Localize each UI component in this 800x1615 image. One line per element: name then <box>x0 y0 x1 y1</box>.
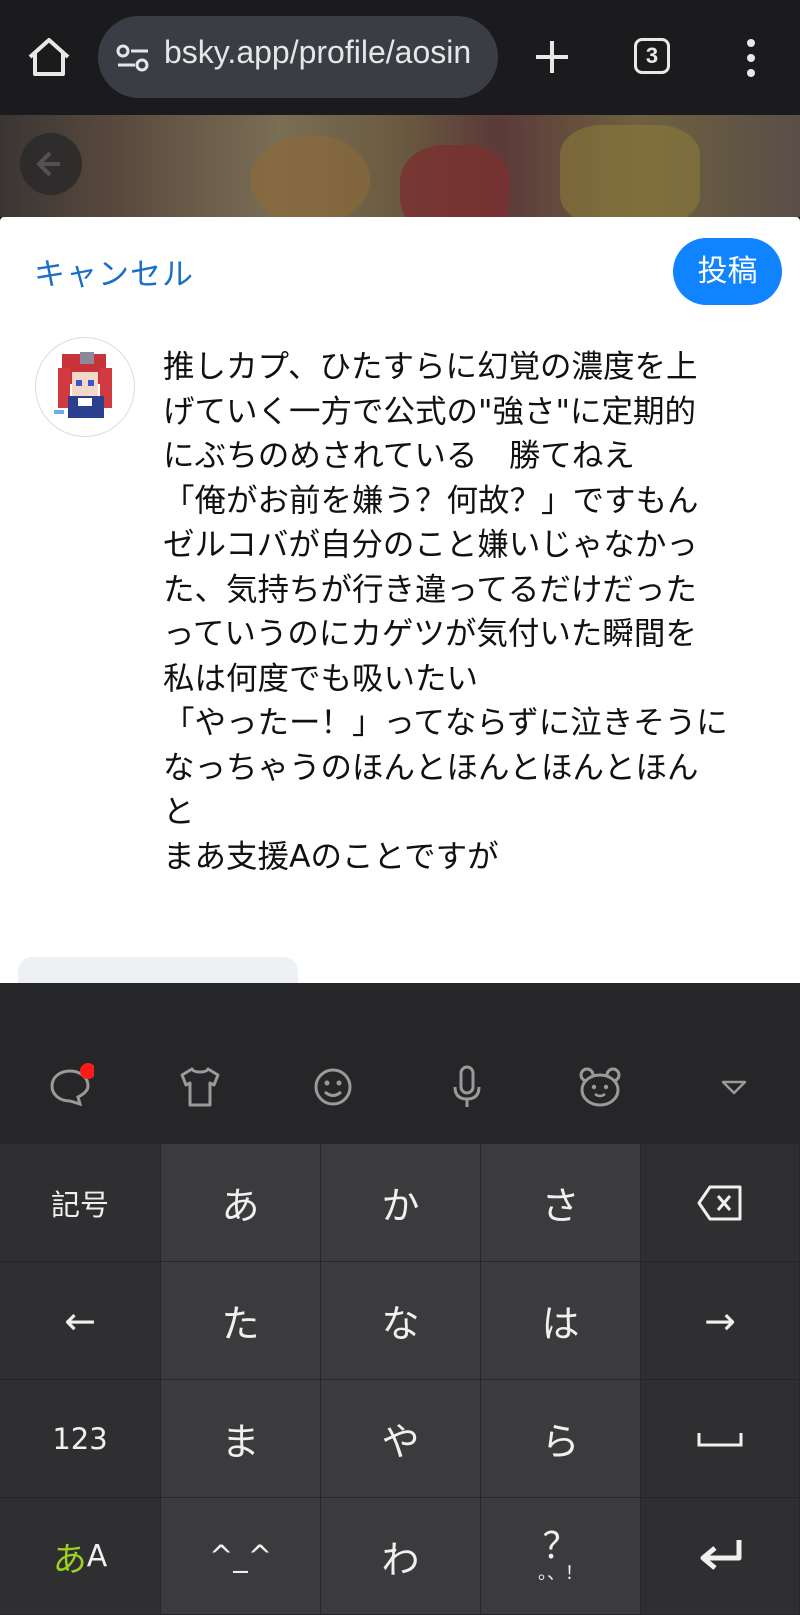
enter-icon <box>700 1540 742 1570</box>
punct-sub: 。、！ <box>538 1563 583 1584</box>
address-bar[interactable]: bsky.app/profile/aosin <box>98 16 498 98</box>
key-cursor-left[interactable]: ← <box>0 1262 161 1380</box>
browser-toolbar: bsky.app/profile/aosin 3 <box>0 0 800 115</box>
key-ha[interactable]: は <box>481 1262 641 1380</box>
key-sa[interactable]: さ <box>481 1144 641 1262</box>
mode-kana-label: あ <box>52 1539 87 1580</box>
smiley-icon[interactable] <box>309 1063 357 1111</box>
key-na[interactable]: な <box>321 1262 481 1380</box>
key-wa[interactable]: わ <box>321 1498 481 1615</box>
url-text[interactable]: bsky.app/profile/aosin <box>164 34 484 71</box>
tab-switcher-button[interactable]: 3 <box>634 38 670 74</box>
backspace-icon <box>697 1185 742 1220</box>
key-a[interactable]: あ <box>161 1144 321 1262</box>
keyboard-keys: 記号 あ か さ ← た な は → 123 ま や ら あA ^_^ わ ？ … <box>0 1144 800 1615</box>
chat-icon[interactable] <box>46 1063 94 1111</box>
site-settings-icon[interactable] <box>116 44 150 72</box>
key-ra[interactable]: ら <box>481 1380 641 1498</box>
key-punctuation[interactable]: ？ 。、！ <box>481 1498 641 1615</box>
new-tab-icon[interactable] <box>532 37 572 77</box>
key-space[interactable] <box>641 1380 800 1498</box>
more-menu-icon[interactable] <box>744 38 758 78</box>
post-text-field[interactable]: 推しカプ、ひたすらに幻覚の濃度を上 げていく一方で公式の"強さ"に定期的 にぶち… <box>163 345 763 879</box>
key-numbers[interactable]: 123 <box>0 1380 161 1498</box>
key-backspace[interactable] <box>641 1144 800 1262</box>
avatar <box>35 337 135 437</box>
key-symbols[interactable]: 記号 <box>0 1144 161 1262</box>
cancel-button[interactable]: キャンセル <box>34 249 194 294</box>
key-cursor-right[interactable]: → <box>641 1262 800 1380</box>
space-icon <box>697 1432 743 1446</box>
key-ya[interactable]: や <box>321 1380 481 1498</box>
post-button[interactable]: 投稿 <box>673 238 782 305</box>
shirt-icon[interactable] <box>176 1063 224 1111</box>
post-composer: キャンセル 投稿 推しカプ、ひたすらに幻覚の濃度を上 げていく一方で公式の"強さ… <box>0 217 800 983</box>
profile-banner <box>0 115 800 217</box>
key-ka[interactable]: か <box>321 1144 481 1262</box>
key-ta[interactable]: た <box>161 1262 321 1380</box>
key-emoticon[interactable]: ^_^ <box>161 1498 321 1615</box>
key-ma[interactable]: ま <box>161 1380 321 1498</box>
back-arrow-icon <box>36 151 60 177</box>
bear-icon[interactable] <box>576 1063 624 1111</box>
key-input-mode[interactable]: あA <box>0 1498 161 1615</box>
key-enter[interactable] <box>641 1498 800 1615</box>
punct-main: ？ <box>542 1526 579 1567</box>
home-icon[interactable] <box>26 37 72 77</box>
microphone-icon[interactable] <box>443 1063 491 1111</box>
back-button[interactable] <box>20 133 82 195</box>
reply-settings-chip[interactable] <box>18 957 298 983</box>
collapse-icon[interactable] <box>710 1063 758 1111</box>
mode-latin-label: A <box>86 1538 108 1574</box>
